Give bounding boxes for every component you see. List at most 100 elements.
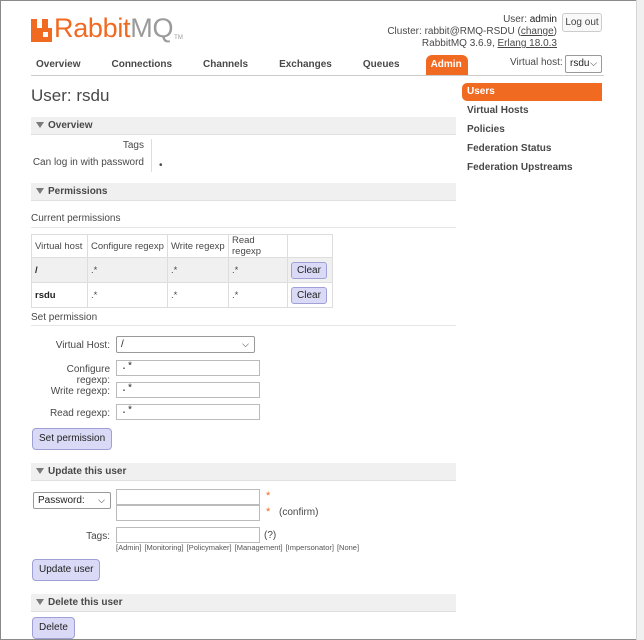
update-user-section-title: Update this user bbox=[48, 466, 127, 477]
chevron-down-icon: ⌵ bbox=[590, 58, 597, 68]
chevron-down-icon: ⌵ bbox=[242, 339, 249, 349]
cell-vhost: rsdu bbox=[31, 282, 88, 308]
delete-user-section-header[interactable]: Delete this user bbox=[31, 594, 456, 612]
table-header-row: Virtual host Configure regexp Write rege… bbox=[31, 234, 333, 258]
password-input[interactable] bbox=[116, 489, 260, 505]
collapse-triangle-icon bbox=[36, 122, 44, 128]
permissions-table: Virtual host Configure regexp Write rege… bbox=[31, 234, 333, 308]
tag-option-policymaker[interactable]: [Policymaker] bbox=[187, 543, 232, 552]
tab-divider bbox=[31, 75, 604, 76]
cluster-prefix: Cluster: bbox=[387, 26, 425, 37]
rabbitmq-logo: RabbitMQ TM bbox=[31, 12, 183, 42]
sidebar-item-users[interactable]: Users bbox=[462, 83, 602, 101]
cluster-name: rabbit@RMQ-RSDU bbox=[424, 26, 515, 37]
scrollbar[interactable] bbox=[636, 0, 644, 640]
tag-option-impersonator[interactable]: [Impersonator] bbox=[286, 543, 334, 552]
password-mode-select[interactable]: Password: ⌵ bbox=[33, 492, 111, 509]
overview-divider bbox=[151, 139, 152, 172]
login-label: Can log in with password bbox=[32, 157, 144, 168]
vhost-field-value: / bbox=[121, 339, 124, 350]
column-header: Virtual host bbox=[31, 234, 88, 258]
cell-read: .* bbox=[228, 257, 288, 283]
change-cluster-link[interactable]: change bbox=[521, 26, 554, 37]
permissions-section-title: Permissions bbox=[48, 186, 108, 197]
tab-overview[interactable]: Overview bbox=[31, 55, 86, 75]
delete-user-button[interactable]: Delete bbox=[32, 617, 75, 639]
tag-option-management[interactable]: [Management] bbox=[235, 543, 283, 552]
tag-options: [Admin] [Monitoring] [Policymaker] [Managem… bbox=[116, 543, 362, 552]
clear-permission-button[interactable]: Clear bbox=[291, 261, 327, 279]
column-header: Write regexp bbox=[167, 234, 229, 258]
table-row: / .* .* .* Clear bbox=[31, 257, 333, 283]
tab-exchanges[interactable]: Exchanges bbox=[274, 55, 338, 75]
virtual-host-label: Virtual host: bbox=[510, 57, 563, 68]
admin-sidebar: Users Virtual Hosts Policies Federation … bbox=[462, 83, 602, 178]
cell-write: .* bbox=[167, 257, 229, 283]
cell-write: .* bbox=[167, 282, 229, 308]
tag-option-admin[interactable]: [Admin] bbox=[116, 543, 141, 552]
user-prefix: User: bbox=[503, 14, 530, 25]
collapse-triangle-icon bbox=[36, 188, 44, 194]
cell-configure: .* bbox=[87, 257, 168, 283]
tags-help-link[interactable]: (?) bbox=[264, 530, 276, 541]
update-user-section-header[interactable]: Update this user bbox=[31, 463, 456, 481]
divider bbox=[31, 325, 456, 326]
set-permission-label: Set permission bbox=[31, 312, 98, 323]
chevron-down-icon: ⌵ bbox=[98, 495, 105, 505]
cell-configure: .* bbox=[87, 282, 168, 308]
tags-input[interactable] bbox=[116, 527, 260, 543]
overview-section-title: Overview bbox=[48, 120, 93, 131]
cell-action: Clear bbox=[287, 257, 333, 283]
main-tabs: Overview Connections Channels Exchanges … bbox=[31, 55, 488, 75]
logo-trademark: TM bbox=[174, 35, 183, 41]
sidebar-item-virtual-hosts[interactable]: Virtual Hosts bbox=[462, 102, 602, 120]
password-confirm-input[interactable] bbox=[116, 505, 260, 521]
required-marker: * bbox=[266, 490, 271, 502]
write-regexp-input[interactable]: .* bbox=[116, 382, 260, 398]
erlang-version-link[interactable]: Erlang 18.0.3 bbox=[498, 38, 558, 49]
column-header: Read regexp bbox=[228, 234, 288, 258]
version-text: RabbitMQ 3.6.9, bbox=[421, 38, 498, 49]
sidebar-item-federation-status[interactable]: Federation Status bbox=[462, 140, 602, 158]
table-row: rsdu .* .* .* Clear bbox=[31, 282, 333, 308]
permissions-section-header[interactable]: Permissions bbox=[31, 183, 456, 201]
tab-queues[interactable]: Queues bbox=[358, 55, 406, 75]
cell-vhost: / bbox=[31, 257, 88, 283]
read-regexp-input[interactable]: .* bbox=[116, 404, 260, 420]
vhost-field-label: Virtual Host: bbox=[55, 340, 110, 351]
logout-button[interactable]: Log out bbox=[562, 13, 602, 32]
current-permissions-label: Current permissions bbox=[31, 213, 121, 224]
column-header-actions bbox=[287, 234, 333, 258]
password-mode-value: Password: bbox=[38, 495, 85, 506]
page-title: User: rsdu bbox=[31, 86, 110, 105]
set-permission-button[interactable]: Set permission bbox=[32, 428, 113, 450]
clear-permission-button[interactable]: Clear bbox=[291, 286, 327, 304]
sidebar-item-policies[interactable]: Policies bbox=[462, 121, 602, 139]
logo-text-mq: MQ bbox=[130, 13, 174, 43]
read-regexp-label: Read regexp: bbox=[49, 408, 110, 419]
required-marker: * bbox=[266, 506, 271, 518]
configure-regexp-input[interactable]: .* bbox=[116, 360, 260, 376]
divider bbox=[31, 227, 456, 228]
configure-regexp-label: Configure regexp: bbox=[66, 364, 110, 386]
collapse-triangle-icon bbox=[36, 468, 44, 474]
tab-channels[interactable]: Channels bbox=[198, 55, 254, 75]
write-regexp-label: Write regexp: bbox=[50, 386, 110, 397]
rabbitmq-logo-icon bbox=[31, 19, 52, 42]
collapse-triangle-icon bbox=[36, 599, 44, 605]
tab-admin[interactable]: Admin bbox=[425, 55, 468, 75]
update-user-button[interactable]: Update user bbox=[32, 559, 101, 581]
tag-option-monitoring[interactable]: [Monitoring] bbox=[144, 543, 183, 552]
virtual-host-select[interactable]: rsdu ⌵ bbox=[565, 55, 602, 73]
header-info: User: admin Cluster: rabbit@RMQ-RSDU (ch… bbox=[387, 14, 558, 49]
confirm-hint: (confirm) bbox=[279, 507, 319, 518]
tag-option-none[interactable]: [None] bbox=[337, 543, 359, 552]
virtual-host-value: rsdu bbox=[570, 58, 590, 69]
tags-label: Tags bbox=[122, 140, 144, 151]
sidebar-item-federation-upstreams[interactable]: Federation Upstreams bbox=[462, 159, 602, 177]
overview-section-header[interactable]: Overview bbox=[31, 117, 456, 135]
tab-connections[interactable]: Connections bbox=[106, 55, 178, 75]
vhost-field-select[interactable]: / ⌵ bbox=[116, 336, 255, 353]
login-value: • bbox=[159, 160, 163, 171]
logo-text-rabbit: Rabbit bbox=[54, 13, 131, 43]
